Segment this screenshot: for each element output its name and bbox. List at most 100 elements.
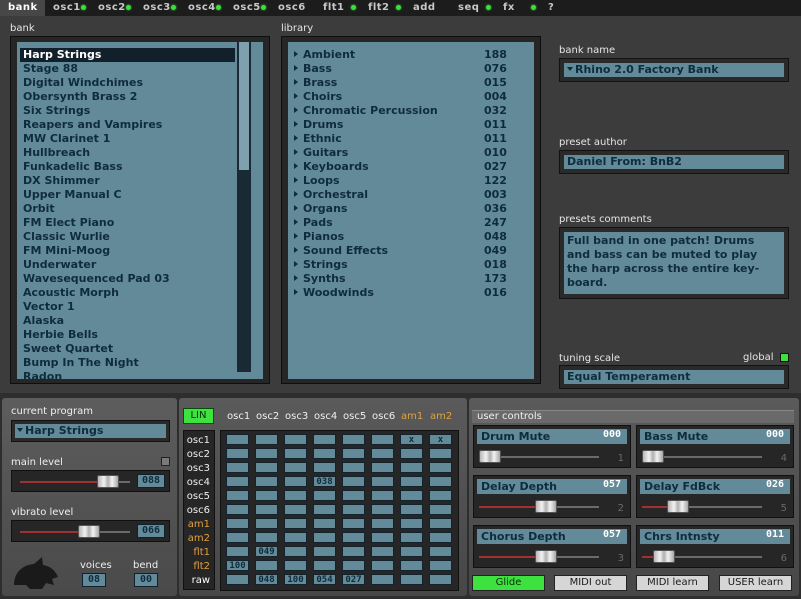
bank-item[interactable]: MW Clarinet 1 xyxy=(23,132,110,146)
library-item[interactable]: Ethnic 011 xyxy=(294,132,514,146)
matrix-cell[interactable] xyxy=(429,546,452,557)
tab-flt1[interactable]: flt1 xyxy=(315,0,360,16)
bank-item[interactable]: Hullbreach xyxy=(23,146,90,160)
user-control-delay-depth[interactable]: Delay Depth 057 2 xyxy=(473,475,631,518)
matrix-cell[interactable] xyxy=(313,504,336,515)
matrix-cell[interactable] xyxy=(255,518,278,529)
matrix-cell[interactable] xyxy=(284,532,307,543)
tab-osc2[interactable]: osc2 xyxy=(90,0,135,16)
matrix-cell[interactable]: 100 xyxy=(284,574,307,585)
bank-item[interactable]: Acoustic Morph xyxy=(23,286,119,300)
bank-item[interactable]: Reapers and Vampires xyxy=(23,118,162,132)
user-control-drum-mute[interactable]: Drum Mute 000 1 xyxy=(473,425,631,468)
main-level-slider[interactable]: 088 xyxy=(11,470,170,492)
matrix-cell[interactable] xyxy=(226,518,249,529)
bank-item[interactable]: FM Mini-Moog xyxy=(23,244,110,258)
user-control-knob[interactable] xyxy=(667,500,690,513)
bank-scrollbar[interactable] xyxy=(237,42,251,372)
matrix-cell[interactable] xyxy=(371,560,394,571)
bank-item[interactable]: Stage 88 xyxy=(23,62,78,76)
main-level-knob[interactable] xyxy=(97,475,120,488)
main-level-toggle[interactable] xyxy=(161,457,170,466)
library-item[interactable]: Pads 247 xyxy=(294,216,514,230)
expand-triangle-icon[interactable] xyxy=(294,289,298,295)
library-list[interactable]: Ambient 188 Bass 076 Brass 015 Choirs 004 Chroma… xyxy=(281,36,541,384)
library-item[interactable]: Strings 018 xyxy=(294,258,514,272)
matrix-cell[interactable] xyxy=(429,448,452,459)
matrix-cell[interactable] xyxy=(371,462,394,473)
matrix-cell[interactable] xyxy=(226,532,249,543)
user-control-chorus-depth[interactable]: Chorus Depth 057 3 xyxy=(473,525,631,568)
user-control-chrs-intnsty[interactable]: Chrs Intnsty 011 6 xyxy=(636,525,794,568)
matrix-cell[interactable] xyxy=(429,490,452,501)
matrix-cell[interactable] xyxy=(429,532,452,543)
bank-item[interactable]: Orbit xyxy=(23,202,55,216)
matrix-cell[interactable] xyxy=(342,546,365,557)
matrix-cell[interactable] xyxy=(342,462,365,473)
matrix-cell[interactable] xyxy=(371,434,394,445)
matrix-cell[interactable] xyxy=(400,462,423,473)
tab-osc3[interactable]: osc3 xyxy=(135,0,180,16)
expand-triangle-icon[interactable] xyxy=(294,121,298,127)
matrix-cell[interactable] xyxy=(255,476,278,487)
tab-osc5[interactable]: osc5 xyxy=(225,0,270,16)
matrix-cell[interactable] xyxy=(429,504,452,515)
matrix-cell[interactable] xyxy=(284,546,307,557)
matrix-cell[interactable] xyxy=(429,518,452,529)
matrix-cell[interactable] xyxy=(400,504,423,515)
midi-learn-button[interactable]: MIDI learn xyxy=(636,575,709,591)
library-item[interactable]: Bass 076 xyxy=(294,62,514,76)
bank-scroll-thumb[interactable] xyxy=(239,42,249,170)
expand-triangle-icon[interactable] xyxy=(294,177,298,183)
user-control-knob[interactable] xyxy=(642,450,664,463)
vibrato-level-knob[interactable] xyxy=(78,525,101,538)
expand-triangle-icon[interactable] xyxy=(294,51,298,57)
library-item[interactable]: Synths 173 xyxy=(294,272,514,286)
matrix-cell[interactable] xyxy=(342,448,365,459)
bank-item[interactable]: Wavesequenced Pad 03 xyxy=(23,272,170,286)
matrix-cell[interactable] xyxy=(255,504,278,515)
matrix-cell[interactable] xyxy=(284,560,307,571)
matrix-cell[interactable] xyxy=(226,546,249,557)
matrix-cell[interactable]: 054 xyxy=(313,574,336,585)
tab-bank[interactable]: bank xyxy=(0,0,45,16)
bank-item[interactable]: Underwater xyxy=(23,258,96,272)
matrix-cell[interactable] xyxy=(226,504,249,515)
matrix-cell[interactable] xyxy=(255,448,278,459)
matrix-cell[interactable] xyxy=(371,448,394,459)
expand-triangle-icon[interactable] xyxy=(294,191,298,197)
bend-value[interactable]: 00 xyxy=(134,573,158,587)
matrix-cell[interactable] xyxy=(313,462,336,473)
library-item[interactable]: Sound Effects 049 xyxy=(294,244,514,258)
matrix-cell[interactable] xyxy=(255,434,278,445)
matrix-cell[interactable] xyxy=(284,518,307,529)
library-item[interactable]: Pianos 048 xyxy=(294,230,514,244)
matrix-cell[interactable] xyxy=(342,560,365,571)
library-item[interactable]: Choirs 004 xyxy=(294,90,514,104)
user-control-delay-fdbck[interactable]: Delay FdBck 026 5 xyxy=(636,475,794,518)
bank-item[interactable]: Harp Strings xyxy=(23,48,101,62)
user-learn-button[interactable]: USER learn xyxy=(719,575,792,591)
matrix-cell[interactable] xyxy=(400,490,423,501)
matrix-cell[interactable] xyxy=(284,504,307,515)
tab-osc1[interactable]: osc1 xyxy=(45,0,90,16)
matrix-cell[interactable] xyxy=(226,490,249,501)
preset-author-field[interactable]: Daniel From: BnB2 xyxy=(559,150,789,174)
matrix-cell[interactable]: x xyxy=(400,434,423,445)
matrix-cell[interactable] xyxy=(400,560,423,571)
expand-triangle-icon[interactable] xyxy=(294,65,298,71)
matrix-cell[interactable] xyxy=(342,434,365,445)
expand-triangle-icon[interactable] xyxy=(294,275,298,281)
bank-name-field[interactable]: Rhino 2.0 Factory Bank xyxy=(559,58,789,82)
expand-triangle-icon[interactable] xyxy=(294,149,298,155)
glide-button[interactable]: Glide xyxy=(472,575,545,591)
bank-item[interactable]: Obersynth Brass 2 xyxy=(23,90,137,104)
library-item[interactable]: Keyboards 027 xyxy=(294,160,514,174)
lin-button[interactable]: LIN xyxy=(183,408,214,424)
matrix-cell[interactable] xyxy=(255,462,278,473)
bank-item[interactable]: Herbie Bells xyxy=(23,328,98,342)
global-toggle[interactable] xyxy=(780,353,789,362)
matrix-cell[interactable] xyxy=(313,560,336,571)
matrix-cell[interactable] xyxy=(255,490,278,501)
tab-help[interactable]: ? xyxy=(540,0,585,16)
